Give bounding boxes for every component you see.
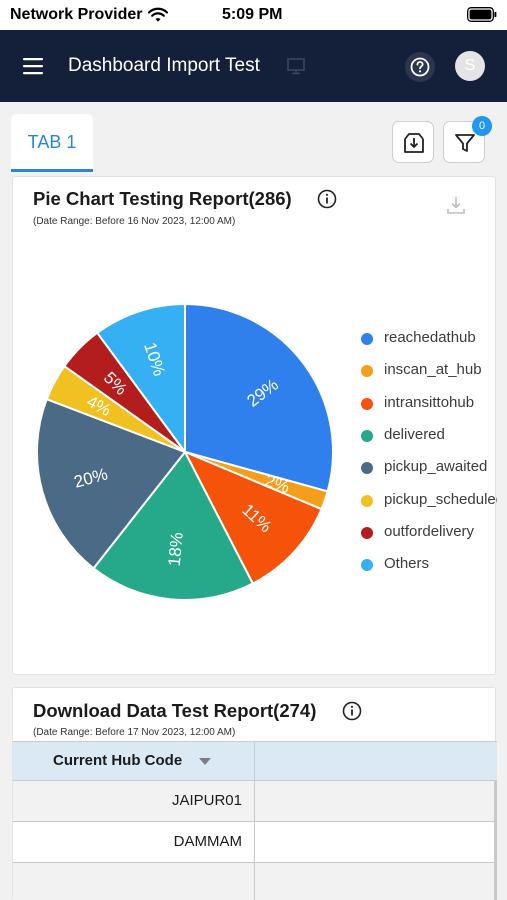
tab-1[interactable]: TAB 1 [11, 114, 93, 172]
legend-swatch [361, 494, 373, 507]
table-row[interactable] [13, 863, 497, 900]
legend-swatch [361, 526, 373, 539]
download-tray-icon [404, 133, 424, 153]
pie-chart-card: Pie Chart Testing Report(286) (Date Rang… [12, 176, 497, 675]
wifi-icon [148, 7, 168, 22]
legend-swatch [361, 333, 373, 345]
info-icon[interactable] [317, 189, 337, 209]
table-cell [255, 781, 497, 821]
legend-item[interactable]: Others [361, 553, 497, 577]
pie-card-title: Pie Chart Testing Report(286) [33, 188, 292, 209]
legend-item[interactable]: inscan_at_hub [361, 359, 497, 383]
status-bar: Network Provider 5:09 PM [0, 0, 507, 30]
carrier-label: Network Provider [10, 6, 143, 23]
help-button[interactable] [405, 52, 435, 82]
legend-swatch [361, 397, 373, 410]
hamburger-menu-icon[interactable] [20, 54, 46, 78]
page-title: Dashboard Import Test [68, 55, 260, 76]
legend-label: pickup_awaited [384, 458, 488, 476]
legend-swatch [361, 462, 373, 475]
legend-item[interactable]: pickup_scheduled [361, 489, 497, 513]
legend-item[interactable]: delivered [361, 424, 497, 448]
table-cell: JAIPUR01 [13, 781, 255, 821]
legend-item[interactable]: outfordelivery [361, 521, 497, 545]
legend-swatch [361, 429, 373, 442]
cell-value: DAMMAM [173, 833, 242, 850]
monitor-icon[interactable] [286, 56, 306, 76]
tab-label: TAB 1 [27, 132, 77, 152]
avatar[interactable]: S [455, 51, 485, 81]
column-header-label: Current Hub Code [53, 752, 183, 769]
table-header: Current Hub Code [13, 741, 497, 781]
table-row[interactable]: JAIPUR01 [13, 781, 497, 822]
legend-label: pickup_scheduled [384, 490, 497, 508]
table-cell: DAMMAM [13, 822, 255, 862]
table-cell [13, 863, 255, 900]
help-icon [410, 57, 430, 77]
legend-item[interactable]: intransittohub [361, 392, 497, 416]
pie-chart: 29%2%11%18%20%4%5%10% [36, 302, 334, 601]
pie-slice-label: 18% [165, 531, 187, 567]
status-time: 5:09 PM [222, 6, 283, 23]
legend-label: reachedathub [384, 329, 476, 346]
filter-icon [455, 134, 475, 152]
app-header: Dashboard Import Test S [0, 30, 507, 102]
info-icon[interactable] [342, 701, 362, 721]
column-header-empty[interactable] [255, 742, 497, 780]
legend-label: Others [384, 555, 430, 573]
battery-icon [467, 7, 497, 22]
column-header-hub-code[interactable]: Current Hub Code [13, 742, 255, 780]
pie-date-range: (Date Range: Before 16 Nov 2023, 12:00 A… [33, 216, 236, 227]
cell-value: JAIPUR01 [171, 792, 242, 809]
legend-label: inscan_at_hub [384, 361, 482, 379]
legend-item[interactable]: reachedathub [361, 327, 497, 351]
table-card: Download Data Test Report(274) (Date Ran… [12, 687, 497, 900]
legend-label: intransittohub [384, 393, 475, 411]
download-button[interactable] [392, 121, 434, 163]
tab-bar: TAB 1 [0, 102, 507, 172]
legend-label: outfordelivery [384, 522, 475, 540]
legend-swatch [361, 559, 373, 572]
table-cell [255, 822, 497, 862]
table-card-title: Download Data Test Report(274) [33, 700, 317, 721]
legend-item[interactable]: pickup_awaited [361, 456, 497, 480]
filter-count-badge: 0 [472, 116, 492, 136]
table-row[interactable]: DAMMAM [13, 822, 497, 863]
active-tab-indicator [11, 169, 93, 172]
legend-swatch [361, 365, 373, 378]
table-date-range: (Date Range: Before 17 Nov 2023, 12:00 A… [33, 727, 236, 738]
table-cell [255, 863, 497, 900]
legend-label: delivered [384, 425, 445, 443]
download-icon[interactable] [445, 194, 467, 216]
sort-down-icon[interactable] [199, 758, 211, 766]
